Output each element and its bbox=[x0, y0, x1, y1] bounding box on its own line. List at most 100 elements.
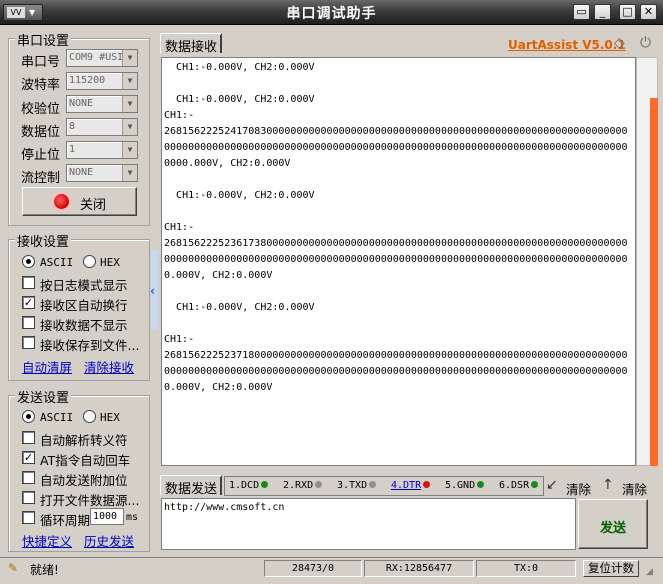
send-hex-label: HEX bbox=[100, 411, 120, 424]
save-file-label: 接收保存到文件... bbox=[40, 338, 140, 353]
led-icon bbox=[477, 481, 485, 488]
status-text: 就绪! bbox=[30, 563, 59, 577]
dropdown-arrow-icon: ▼ bbox=[122, 165, 137, 181]
send-ascii-radio[interactable] bbox=[22, 410, 35, 423]
resize-grip-icon[interactable]: ◢ bbox=[646, 567, 653, 577]
stopbits-select[interactable]: 1 ▼ bbox=[66, 141, 138, 159]
parse-escape-checkbox[interactable] bbox=[22, 431, 35, 444]
signal-txd: 3.TXD bbox=[337, 480, 377, 491]
log-mode-checkbox[interactable] bbox=[22, 276, 35, 289]
flow-select[interactable]: NONE ▼ bbox=[66, 164, 138, 182]
status-tx: TX:0 bbox=[476, 560, 576, 577]
led-icon bbox=[315, 481, 323, 488]
save-file-checkbox[interactable] bbox=[22, 336, 35, 349]
send-hex-radio[interactable] bbox=[83, 410, 96, 423]
clear-recv-link[interactable]: 清除接收 bbox=[84, 357, 134, 376]
recv-hex-radio[interactable] bbox=[83, 255, 96, 268]
stopbits-label: 停止位 bbox=[21, 148, 61, 163]
serial-settings-title: 串口设置 bbox=[15, 30, 72, 49]
cycle-checkbox[interactable] bbox=[22, 511, 35, 524]
status-rx: RX:12856477 bbox=[364, 560, 474, 577]
recv-ascii-radio[interactable] bbox=[22, 255, 35, 268]
parity-select[interactable]: NONE ▼ bbox=[66, 95, 138, 113]
collapse-left-icon[interactable]: ‹ bbox=[150, 284, 155, 298]
title-bar[interactable]: VV ▼ 串口调试助手 ▭ _ □ ✕ bbox=[0, 0, 663, 25]
databits-label: 数据位 bbox=[21, 125, 61, 140]
log-mode-label: 按日志模式显示 bbox=[40, 278, 128, 293]
minimize-icon-button[interactable]: _ bbox=[594, 4, 611, 20]
signal-rxd: 2.RXD bbox=[283, 480, 323, 491]
receive-textarea[interactable]: CH1:-0.000V, CH2:0.000V CH1:-0.000V, CH2… bbox=[161, 57, 636, 466]
arrow-up-icon: ↑ bbox=[602, 477, 614, 493]
port-status-led-icon bbox=[54, 194, 69, 209]
shortcut-link[interactable]: 快捷定义 bbox=[22, 531, 72, 550]
clear-recv-button[interactable]: 清除 bbox=[566, 479, 591, 498]
window-title: 串口调试助手 bbox=[286, 6, 377, 22]
close-button[interactable]: ✕ bbox=[640, 4, 657, 20]
led-icon bbox=[531, 481, 539, 488]
at-cr-checkbox[interactable]: ✓ bbox=[22, 451, 35, 464]
close-port-button[interactable]: 关闭 bbox=[22, 187, 137, 216]
cycle-label: 循环周期 bbox=[40, 513, 91, 528]
port-select[interactable]: COM9 #USI ▼ bbox=[66, 49, 138, 67]
tab-recv[interactable]: 数据接收 bbox=[160, 33, 223, 55]
status-divider bbox=[0, 557, 663, 558]
dropdown-arrow-icon: ▼ bbox=[122, 142, 137, 158]
tab-divider bbox=[220, 35, 221, 53]
reset-counter-button[interactable]: 复位计数 bbox=[583, 560, 639, 577]
send-textarea-box[interactable] bbox=[161, 498, 576, 550]
signal-bar bbox=[224, 476, 544, 496]
append-check-checkbox[interactable] bbox=[22, 471, 35, 484]
hide-data-label: 接收数据不显示 bbox=[40, 318, 128, 333]
receive-scrollbar[interactable] bbox=[636, 57, 658, 466]
tab-divider bbox=[220, 477, 221, 495]
signal-gnd: 5.GND bbox=[445, 480, 485, 491]
at-cr-label: AT指令自动回车 bbox=[40, 453, 131, 468]
hide-data-checkbox[interactable] bbox=[22, 316, 35, 329]
recv-ascii-label: ASCII bbox=[40, 256, 74, 269]
status-icon: ✎ bbox=[8, 561, 19, 575]
clear-send-button[interactable]: 清除 bbox=[622, 479, 647, 498]
tab-send[interactable]: 数据发送 bbox=[160, 475, 223, 497]
baud-select[interactable]: 115200 ▼ bbox=[66, 72, 138, 90]
dropdown-arrow-icon: ▼ bbox=[122, 73, 137, 89]
scrollbar-thumb[interactable] bbox=[650, 98, 658, 466]
cycle-period-input[interactable]: 1000 bbox=[90, 508, 124, 525]
led-icon bbox=[261, 481, 269, 488]
close-port-label: 关闭 bbox=[80, 198, 107, 213]
dropdown-arrow-icon: ▼ bbox=[122, 50, 137, 66]
history-link[interactable]: 历史发送 bbox=[84, 531, 134, 550]
send-ascii-label: ASCII bbox=[40, 411, 74, 424]
open-file-checkbox[interactable] bbox=[22, 491, 35, 504]
auto-wrap-label: 接收区自动换行 bbox=[40, 298, 128, 313]
led-icon bbox=[369, 481, 377, 488]
dropdown-arrow-icon: ▼ bbox=[122, 119, 137, 135]
receive-text: CH1:-0.000V, CH2:0.000V CH1:-0.000V, CH2… bbox=[164, 62, 628, 393]
append-check-label: 自动发送附加位 bbox=[40, 473, 128, 488]
arrow-down-icon: ↙ bbox=[546, 477, 558, 493]
port-label: 串口号 bbox=[21, 55, 61, 70]
brand-link[interactable]: UartAssist V5.0.1 bbox=[508, 38, 626, 52]
led-icon bbox=[423, 481, 431, 488]
signal-dsr: 6.DSR bbox=[499, 480, 539, 491]
send-input[interactable] bbox=[162, 499, 575, 516]
flow-label: 流控制 bbox=[21, 171, 61, 186]
maximize-button[interactable]: □ bbox=[619, 4, 636, 20]
baud-label: 波特率 bbox=[21, 78, 61, 93]
signal-dcd: 1.DCD bbox=[229, 480, 269, 491]
open-file-label: 打开文件数据源... bbox=[40, 493, 140, 508]
signal-dtr[interactable]: 4.DTR bbox=[391, 480, 431, 491]
auto-wrap-checkbox[interactable]: ✓ bbox=[22, 296, 35, 309]
minimize-button[interactable]: ▭ bbox=[573, 4, 590, 20]
auto-clear-link[interactable]: 自动清屏 bbox=[22, 357, 72, 376]
recv-settings-title: 接收设置 bbox=[15, 231, 72, 250]
databits-select[interactable]: 8 ▼ bbox=[66, 118, 138, 136]
dropdown-arrow-icon: ▼ bbox=[122, 96, 137, 112]
send-settings-title: 发送设置 bbox=[15, 387, 72, 406]
send-button-label: 发送 bbox=[600, 521, 627, 536]
status-counter: 28473/0 bbox=[264, 560, 362, 577]
diamond-icon[interactable]: ◇ bbox=[614, 35, 625, 51]
power-icon[interactable]: ⏻ bbox=[640, 35, 651, 51]
recv-hex-label: HEX bbox=[100, 256, 120, 269]
send-button[interactable]: 发送 bbox=[578, 499, 648, 549]
